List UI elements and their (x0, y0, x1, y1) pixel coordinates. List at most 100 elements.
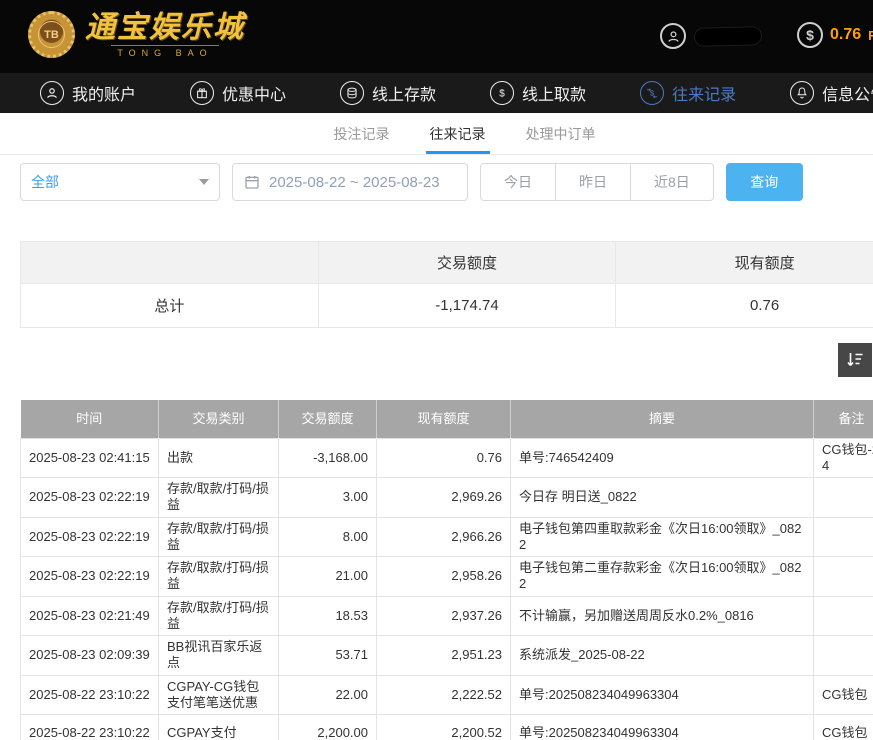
cell-remark (814, 517, 873, 557)
chip-label: TB (38, 21, 65, 48)
user-circle-icon (40, 81, 64, 105)
username-redacted (695, 27, 761, 46)
dollar-icon: $ (490, 81, 514, 105)
summary-total-label: 总计 (21, 284, 319, 328)
cell-balance: 2,951.23 (377, 636, 511, 676)
person-icon (660, 23, 686, 49)
nav-item-records[interactable]: $ 往来记录 (640, 81, 736, 105)
cell-amount: -3,168.00 (279, 438, 377, 478)
cell-summary: 不计输赢，另加赠送周周反水0.2%_0816 (511, 596, 814, 636)
cell-summary: 单号:746542409 (511, 438, 814, 478)
cell-type: 存款/取款/打码/损益 (159, 596, 279, 636)
records-column-header-amount: 交易额度 (279, 400, 377, 438)
sort-button[interactable] (838, 343, 872, 377)
cell-summary: 今日存 明日送_0822 (511, 478, 814, 518)
cell-balance: 0.76 (377, 438, 511, 478)
nav-item-account[interactable]: 我的账户 (40, 81, 136, 105)
cell-remark: CG钱包-24 (814, 438, 873, 478)
cell-balance: 2,937.26 (377, 596, 511, 636)
tab-processing-orders[interactable]: 处理中订单 (522, 113, 600, 154)
records-column-header-summary: 摘要 (511, 400, 814, 438)
cell-type: CGPAY-CG钱包支付笔笔送优惠 (159, 675, 279, 715)
main-nav: 我的账户 优惠中心 线上存款 $ 线上取款 $ 往来记录 信息公告 (0, 73, 873, 113)
cell-remark (814, 557, 873, 597)
cell-summary: 单号:202508234049963304 (511, 715, 814, 740)
filter-row: 全部 2025-08-22 ~ 2025-08-23 今日昨日近8日 查询 (20, 163, 873, 201)
cell-balance: 2,200.52 (377, 715, 511, 740)
sort-bar (0, 343, 873, 377)
query-button[interactable]: 查询 (726, 163, 803, 201)
summary-column-header (21, 242, 319, 284)
cell-amount: 3.00 (279, 478, 377, 518)
records-column-header-type: 交易类别 (159, 400, 279, 438)
cell-summary: 电子钱包第四重取款彩金《次日16:00领取》_0822 (511, 517, 814, 557)
cell-type: CGPAY支付 (159, 715, 279, 740)
cell-amount: 18.53 (279, 596, 377, 636)
summary-table: 交易额度现有额度 总计 -1,174.74 0.76 (20, 241, 873, 328)
nav-item-deposit[interactable]: 线上存款 (340, 81, 436, 105)
summary-column-header: 现有额度 (616, 242, 873, 284)
cell-summary: 系统派发_2025-08-22 (511, 636, 814, 676)
brand-text: 通宝娱乐城 TONG BAO (85, 11, 245, 58)
cell-amount: 8.00 (279, 517, 377, 557)
record-row: 2025-08-23 02:09:39BB视讯百家乐返点53.712,951.2… (21, 636, 873, 676)
brand-name-en: TONG BAO (111, 45, 218, 58)
cell-time: 2025-08-23 02:21:49 (21, 596, 159, 636)
balance-area: $ 0.76 R (797, 22, 873, 48)
brand-name-cn: 通宝娱乐城 (85, 11, 245, 44)
dollar-circle-icon: $ (797, 22, 823, 48)
tab-betting-records[interactable]: 投注记录 (330, 113, 394, 154)
record-row: 2025-08-22 23:10:22CGPAY-CG钱包支付笔笔送优惠22.0… (21, 675, 873, 715)
calendar-icon (244, 174, 260, 190)
balance-currency: R (868, 28, 873, 43)
nav-item-label: 线上取款 (522, 81, 586, 105)
brand-logo[interactable]: TB 通宝娱乐城 TONG BAO (28, 11, 245, 58)
nav-item-promotions[interactable]: 优惠中心 (190, 81, 286, 105)
cell-time: 2025-08-23 02:41:15 (21, 438, 159, 478)
nav-item-label: 我的账户 (72, 81, 136, 105)
record-row: 2025-08-23 02:21:49存款/取款/打码/损益18.532,937… (21, 596, 873, 636)
cell-time: 2025-08-23 02:22:19 (21, 557, 159, 597)
nav-item-withdraw[interactable]: $ 线上取款 (490, 81, 586, 105)
quick-range-button-2[interactable]: 近8日 (630, 163, 714, 201)
cell-amount: 2,200.00 (279, 715, 377, 740)
quick-range-button-1[interactable]: 昨日 (555, 163, 631, 201)
date-range-value: 2025-08-22 ~ 2025-08-23 (269, 174, 440, 191)
user-area (660, 23, 761, 49)
records-header-row: 时间交易类别交易额度现有额度摘要备注 (21, 400, 873, 438)
nav-item-label: 信息公告 (822, 81, 873, 105)
svg-text:$: $ (499, 89, 505, 100)
records-table: 时间交易类别交易额度现有额度摘要备注 2025-08-23 02:41:15出款… (20, 400, 873, 740)
cell-remark (814, 478, 873, 518)
bell-icon (790, 81, 814, 105)
record-row: 2025-08-23 02:22:19存款/取款/打码/损益3.002,969.… (21, 478, 873, 518)
summary-transaction-amount: -1,174.74 (318, 284, 616, 328)
summary-current-amount: 0.76 (616, 284, 873, 328)
summary-total-row: 总计 -1,174.74 0.76 (21, 284, 873, 328)
date-range-picker[interactable]: 2025-08-22 ~ 2025-08-23 (232, 163, 468, 201)
cell-remark: CG钱包 (814, 715, 873, 740)
transfer-icon: $ (640, 81, 664, 105)
tab-transaction-records[interactable]: 往来记录 (426, 113, 490, 154)
record-row: 2025-08-23 02:22:19存款/取款/打码/损益21.002,958… (21, 557, 873, 597)
record-row: 2025-08-23 02:41:15出款-3,168.000.76单号:746… (21, 438, 873, 478)
type-select[interactable]: 全部 (20, 163, 220, 201)
cell-type: 存款/取款/打码/损益 (159, 517, 279, 557)
cell-summary: 电子钱包第二重存款彩金《次日16:00领取》_0822 (511, 557, 814, 597)
cell-balance: 2,966.26 (377, 517, 511, 557)
cell-balance: 2,958.26 (377, 557, 511, 597)
cell-remark (814, 596, 873, 636)
records-table-body: 2025-08-23 02:41:15出款-3,168.000.76单号:746… (21, 438, 873, 740)
record-tabs: 投注记录往来记录处理中订单 (0, 113, 873, 155)
sort-desc-icon (845, 350, 865, 370)
cell-amount: 53.71 (279, 636, 377, 676)
nav-item-label: 往来记录 (672, 81, 736, 105)
cell-remark (814, 636, 873, 676)
nav-item-announcements[interactable]: 信息公告 (790, 81, 873, 105)
type-select-value: 全部 (31, 172, 59, 192)
records-column-header-balance: 现有额度 (377, 400, 511, 438)
quick-range-button-0[interactable]: 今日 (480, 163, 556, 201)
cell-time: 2025-08-23 02:22:19 (21, 517, 159, 557)
cell-balance: 2,969.26 (377, 478, 511, 518)
cell-type: 存款/取款/打码/损益 (159, 478, 279, 518)
